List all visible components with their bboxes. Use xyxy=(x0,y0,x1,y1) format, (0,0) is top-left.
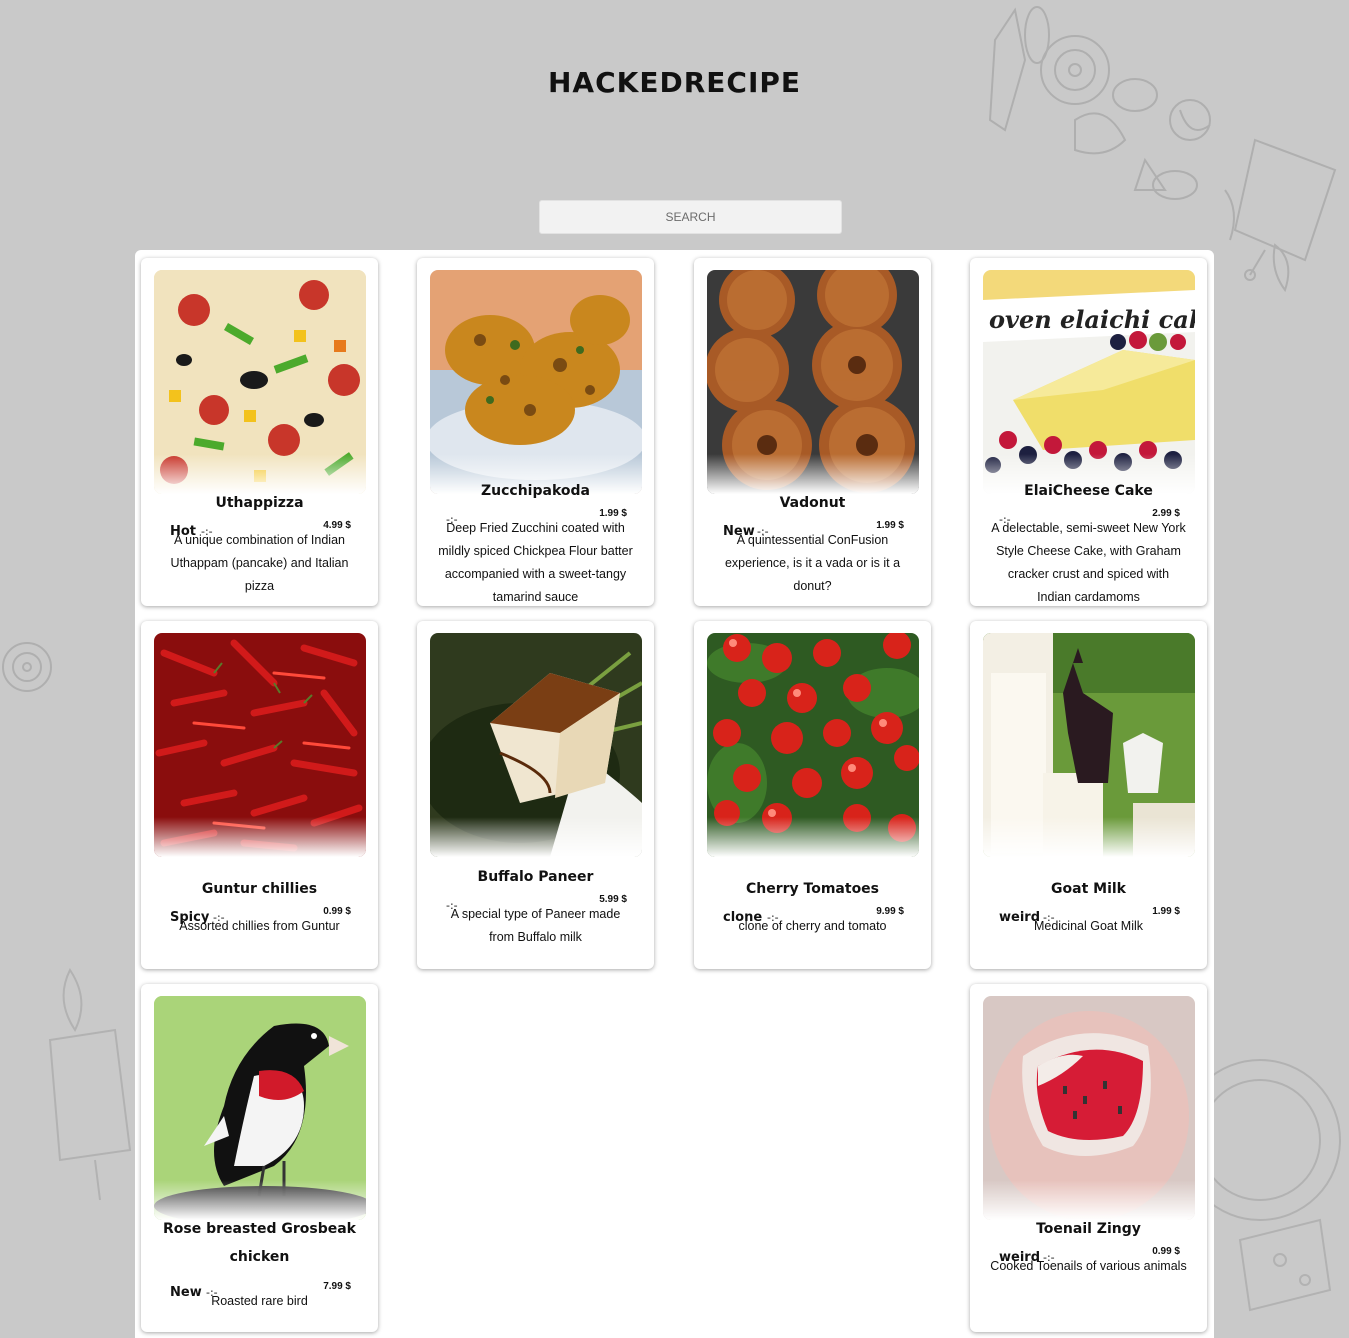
toenail-image xyxy=(983,996,1195,1220)
pakoda-image xyxy=(430,270,642,494)
cake-banner-text: oven elaichi cake xyxy=(989,305,1195,334)
dish-description: A quintessential ConFusion experience, i… xyxy=(724,533,901,593)
dish-description: Cooked Toenails of various animals xyxy=(990,1259,1187,1273)
dish-name: ElaiCheese Cake xyxy=(1024,483,1153,499)
dish-name: Rose breasted Grosbeak chicken xyxy=(162,1221,356,1265)
dish-name: Goat Milk xyxy=(1051,881,1126,897)
search-input[interactable] xyxy=(539,200,842,234)
paneer-image xyxy=(430,633,642,857)
dish-card[interactable]: Zucchipakoda -:- 1.99 $ Deep Fried Zucch… xyxy=(417,258,654,606)
pizza-doodle-icon xyxy=(2,642,52,692)
dish-name: Zucchipakoda xyxy=(481,483,590,499)
dish-card[interactable]: Uthappizza Hot -:- 4.99 $ A unique combi… xyxy=(141,258,378,606)
dish-description: Assorted chillies from Guntur xyxy=(179,919,340,933)
dish-description: Deep Fried Zucchini coated with mildly s… xyxy=(438,521,633,604)
dish-name: Guntur chillies xyxy=(201,881,318,897)
dish-description: Roasted rare bird xyxy=(211,1294,308,1308)
dish-card[interactable]: Cherry Tomatoes clone -:- 9.99 $ clone o… xyxy=(694,621,931,969)
dish-name: Toenail Zingy xyxy=(1036,1221,1141,1237)
goat-milk-image xyxy=(983,633,1195,857)
dish-name: Uthappizza xyxy=(215,495,304,511)
dish-card[interactable]: Vadonut New -:- 1.99 $ A quintessential … xyxy=(694,258,931,606)
site-title: HACKEDRECIPE xyxy=(547,66,802,99)
tomatoes-image xyxy=(707,633,919,857)
page: HACKEDRECIPE SEARCH Uthappizza Hot -:- 4… xyxy=(0,0,1349,1338)
cheesecake-image: oven elaichi cake xyxy=(983,270,1195,494)
dish-card[interactable]: Rose breasted Grosbeak chicken New -:- 7… xyxy=(141,984,378,1332)
dish-card[interactable]: Toenail Zingy weird -:- 0.99 $ Cooked To… xyxy=(970,984,1207,1332)
dish-card[interactable]: Goat Milk weird -:- 1.99 $ Medicinal Goa… xyxy=(970,621,1207,969)
dish-description: A special type of Paneer made from Buffa… xyxy=(450,907,621,944)
dish-description: A unique combination of Indian Uthappam … xyxy=(170,533,349,593)
dish-card[interactable]: oven elaichi cake ElaiCheese Cake xyxy=(970,258,1207,606)
pizza-image xyxy=(154,270,366,494)
menu-panel: Uthappizza Hot -:- 4.99 $ A unique combi… xyxy=(135,250,1214,1338)
dish-card[interactable]: Buffalo Paneer -:- 5.99 $ A special type… xyxy=(417,621,654,969)
dish-description: Medicinal Goat Milk xyxy=(1033,919,1144,933)
dish-name: Cherry Tomatoes xyxy=(745,881,880,897)
dish-name: Buffalo Paneer xyxy=(477,869,594,885)
chillies-image xyxy=(154,633,366,857)
dish-card[interactable]: Guntur chillies Spicy -:- 0.99 $ Assorte… xyxy=(141,621,378,969)
donut-image xyxy=(707,270,919,494)
dish-description: A delectable, semi-sweet New York Style … xyxy=(991,521,1186,604)
dish-description: clone of cherry and tomato xyxy=(738,919,887,933)
bird-image xyxy=(154,996,366,1220)
dish-name: Vadonut xyxy=(779,495,846,511)
